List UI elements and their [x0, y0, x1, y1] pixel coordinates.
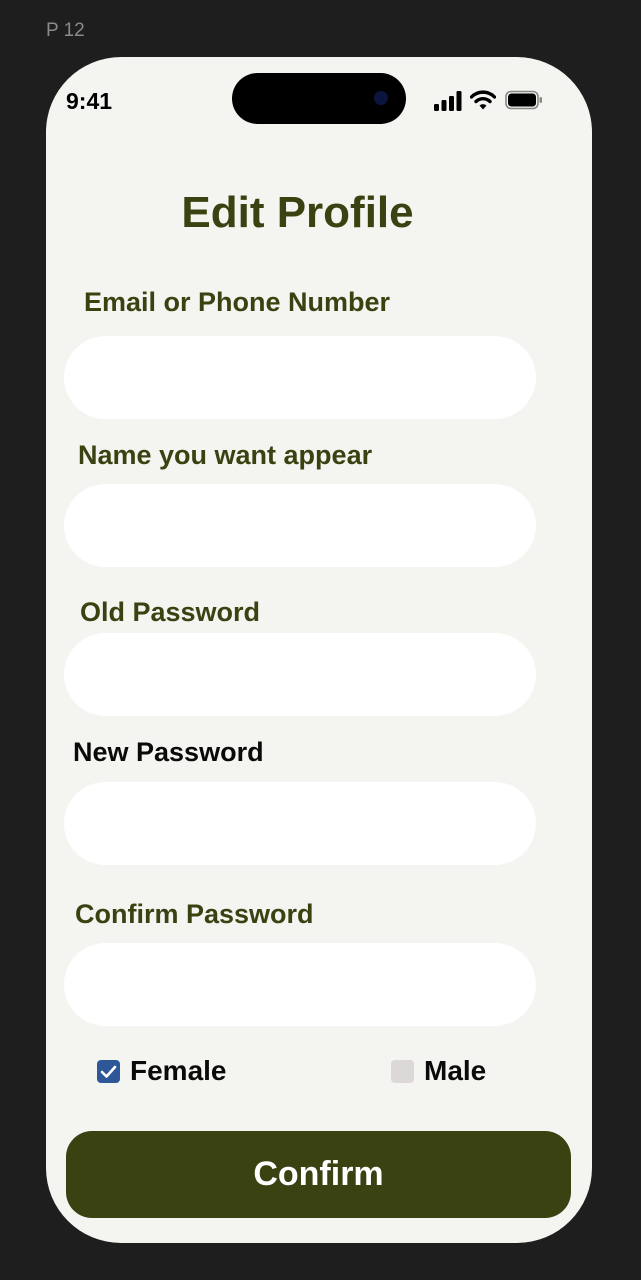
- dynamic-island: [232, 73, 406, 124]
- email-or-phone-input[interactable]: [64, 336, 536, 419]
- female-label: Female: [130, 1055, 227, 1086]
- confirm-password-input[interactable]: [64, 943, 536, 1026]
- status-icons: [434, 90, 544, 112]
- status-time: 9:41: [66, 88, 113, 114]
- battery-icon: [505, 90, 542, 110]
- gender-option-male[interactable]: Male: [391, 1055, 486, 1087]
- display-name-input[interactable]: [64, 484, 536, 567]
- display-name-label: Name you want appear: [78, 440, 373, 470]
- male-checkbox[interactable]: [391, 1059, 414, 1083]
- frame-label: P 12: [46, 20, 85, 41]
- email-label: Email or Phone Number: [84, 287, 391, 317]
- male-label: Male: [424, 1055, 487, 1086]
- old-password-label: Old Password: [80, 597, 261, 627]
- page-title: Edit Profile: [181, 188, 414, 237]
- new-password-input[interactable]: [64, 782, 536, 865]
- cellular-signal-icon: [434, 91, 462, 111]
- new-password-label: New Password: [73, 737, 264, 767]
- gender-option-female[interactable]: Female: [97, 1055, 227, 1087]
- confirm-button[interactable]: Confirm: [66, 1131, 571, 1218]
- checkmark-icon: [100, 1065, 117, 1078]
- wifi-icon: [470, 90, 496, 110]
- female-checkbox[interactable]: [97, 1059, 120, 1083]
- camera-icon: [374, 91, 388, 105]
- old-password-input[interactable]: [64, 633, 536, 716]
- confirm-password-label: Confirm Password: [75, 899, 314, 929]
